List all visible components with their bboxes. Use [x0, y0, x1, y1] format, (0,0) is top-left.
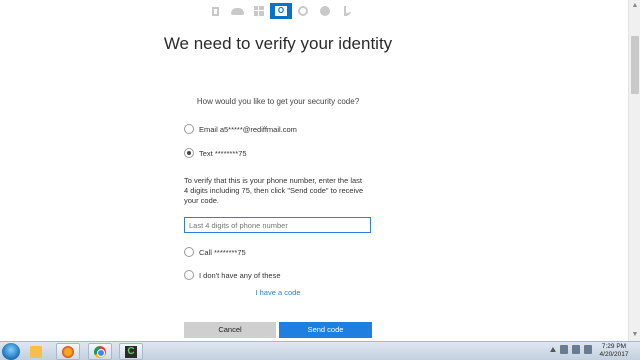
windows-icon[interactable]	[248, 3, 270, 19]
start-button-icon[interactable]	[2, 343, 20, 360]
email-radio[interactable]	[184, 124, 194, 134]
network-icon[interactable]	[572, 345, 580, 354]
phone-digits-input[interactable]	[184, 217, 371, 233]
tray-expand-icon[interactable]	[550, 347, 556, 352]
xbox-icon[interactable]	[292, 3, 314, 19]
explorer-icon	[30, 345, 42, 358]
option-none-label: I don't have any of these	[199, 270, 281, 280]
scroll-up-arrow-icon[interactable]: ▲	[629, 0, 640, 12]
camtasia-taskbar-item[interactable]: C	[119, 343, 143, 360]
page-title: We need to verify your identity	[163, 34, 393, 53]
scroll-thumb[interactable]	[631, 36, 639, 94]
system-tray	[550, 345, 592, 354]
volume-icon[interactable]	[584, 345, 592, 354]
verification-instructions: To verify that this is your phone number…	[184, 176, 364, 205]
chrome-icon	[94, 345, 106, 358]
skype-icon[interactable]	[314, 3, 336, 19]
option-email-label: Email a5*****@rediffmail.com	[199, 124, 297, 134]
explorer-taskbar-item[interactable]	[24, 343, 48, 360]
office-icon[interactable]	[204, 3, 226, 19]
option-text-label: Text ********75	[199, 148, 247, 158]
taskbar-clock[interactable]: 7:29 PM 4/20/2017	[594, 343, 634, 359]
scroll-down-arrow-icon[interactable]: ▼	[629, 329, 640, 341]
security-code-question: How would you like to get your security …	[196, 97, 360, 106]
clock-time: 7:29 PM	[601, 343, 627, 350]
send-code-button[interactable]: Send code	[279, 322, 372, 338]
taskbar: C 7:29 PM 4/20/2017	[0, 341, 640, 360]
call-radio[interactable]	[184, 247, 194, 257]
option-call[interactable]: Call ********75	[184, 246, 246, 258]
option-email[interactable]: Email a5*****@rediffmail.com	[184, 123, 297, 135]
firefox-icon	[62, 345, 74, 358]
cancel-button[interactable]: Cancel	[184, 322, 276, 338]
option-call-label: Call ********75	[199, 247, 246, 257]
microsoft-app-icons: O	[204, 3, 358, 19]
have-code-link[interactable]: I have a code	[160, 288, 396, 297]
clock-date: 4/20/2017	[599, 351, 629, 358]
vertical-scrollbar[interactable]: ▲ ▼	[628, 0, 640, 341]
onedrive-icon[interactable]	[226, 3, 248, 19]
text-radio[interactable]	[184, 148, 194, 158]
option-text[interactable]: Text ********75	[184, 147, 247, 159]
flag-icon[interactable]	[560, 345, 568, 354]
chrome-taskbar-item[interactable]	[88, 343, 112, 360]
outlook-icon[interactable]: O	[270, 3, 292, 19]
none-radio[interactable]	[184, 270, 194, 280]
camtasia-icon: C	[125, 345, 137, 358]
firefox-taskbar-item[interactable]	[56, 343, 80, 360]
bing-icon[interactable]	[336, 3, 358, 19]
option-none[interactable]: I don't have any of these	[184, 269, 281, 281]
